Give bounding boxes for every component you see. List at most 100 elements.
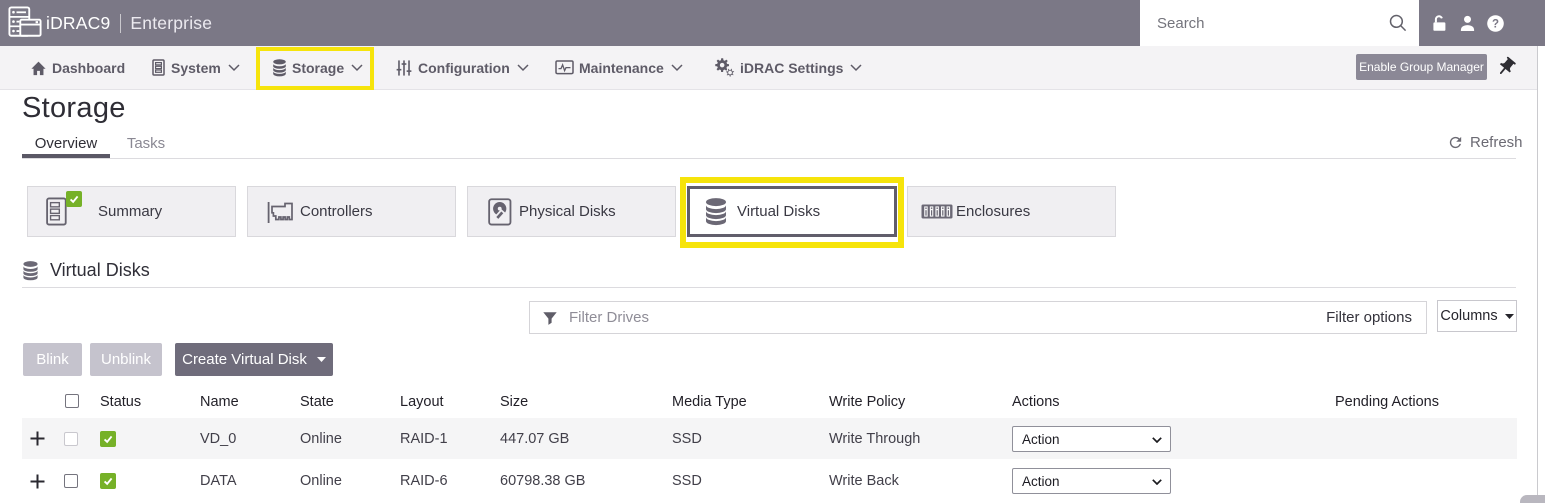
section-divider [22, 287, 1516, 288]
cell-state: Online [300, 431, 342, 447]
refresh-icon [1447, 134, 1464, 151]
row-checkbox[interactable] [64, 432, 78, 446]
tab-overview[interactable]: Overview [22, 132, 110, 154]
column-header-status[interactable]: Status [100, 394, 141, 410]
page-title: Storage [22, 92, 126, 125]
server-icon [151, 59, 166, 76]
search-icon[interactable] [1389, 14, 1407, 32]
expand-row-icon[interactable] [30, 431, 45, 446]
chevron-down-icon [850, 64, 862, 72]
help-icon[interactable]: ? [1486, 14, 1505, 33]
pin-icon[interactable] [1495, 56, 1517, 78]
card-virtual-disks[interactable]: Virtual Disks [687, 186, 897, 237]
sliders-icon [395, 59, 413, 77]
search-input[interactable] [1140, 0, 1419, 46]
user-icon[interactable] [1458, 14, 1477, 33]
pulse-monitor-icon [555, 60, 574, 75]
filter-drives-input[interactable] [530, 302, 1426, 333]
table-row: DATA Online RAID-6 60798.38 GB SSD Write… [22, 459, 1517, 503]
filter-drives-box: Filter options [529, 301, 1427, 334]
virtual-disks-icon [704, 198, 728, 226]
gears-icon [715, 58, 735, 78]
search-box [1140, 0, 1419, 46]
columns-button[interactable]: Columns [1437, 300, 1517, 332]
cell-layout: RAID-6 [400, 473, 448, 489]
status-ok-icon [100, 431, 116, 447]
section-title: Virtual Disks [50, 260, 150, 281]
column-header-size[interactable]: Size [500, 394, 528, 410]
cell-name: VD_0 [200, 431, 236, 447]
home-icon [30, 60, 47, 76]
nav-item-configuration[interactable]: Configuration [395, 46, 529, 89]
row-checkbox[interactable] [64, 474, 78, 488]
cell-write-policy: Write Back [829, 473, 899, 489]
nav-item-label: Maintenance [579, 60, 664, 76]
create-virtual-disk-button[interactable]: Create Virtual Disk [175, 343, 333, 376]
unlock-icon[interactable] [1430, 14, 1449, 33]
card-controllers[interactable]: Controllers [247, 186, 456, 237]
storage-disks-icon [272, 59, 287, 77]
column-header-media-type[interactable]: Media Type [672, 394, 747, 410]
action-select[interactable]: Action [1012, 426, 1171, 452]
cell-state: Online [300, 473, 342, 489]
physical-disk-icon [488, 198, 512, 226]
svg-text:?: ? [1492, 19, 1499, 31]
nav-item-label: iDRAC Settings [740, 60, 843, 76]
chevron-down-icon [228, 64, 240, 72]
top-header-bar: iDRAC9 Enterprise ? [0, 0, 1545, 46]
section-header: Virtual Disks [22, 260, 150, 281]
select-all-checkbox[interactable] [65, 394, 79, 408]
expand-row-icon[interactable] [30, 474, 45, 489]
nav-item-system[interactable]: System [151, 46, 240, 89]
card-physical-disks[interactable]: Physical Disks [467, 186, 676, 237]
nav-item-storage[interactable]: Storage [272, 46, 363, 89]
nav-item-label: Configuration [418, 60, 510, 76]
brand-separator [120, 14, 121, 33]
column-header-write-policy[interactable]: Write Policy [829, 394, 905, 410]
card-enclosures[interactable]: Enclosures [907, 186, 1116, 237]
nav-item-dashboard[interactable]: Dashboard [30, 46, 125, 89]
column-header-pending-actions[interactable]: Pending Actions [1335, 394, 1439, 410]
caret-down-icon [317, 357, 326, 362]
columns-label: Columns [1440, 308, 1497, 324]
brand-product: iDRAC9 [46, 13, 110, 34]
cell-media-type: SSD [672, 431, 702, 447]
cell-size: 447.07 GB [500, 431, 569, 447]
refresh-button[interactable]: Refresh [1447, 134, 1523, 151]
select-chevron-icon [1152, 437, 1162, 443]
column-header-layout[interactable]: Layout [400, 394, 444, 410]
filter-funnel-icon [542, 311, 558, 326]
cell-media-type: SSD [672, 473, 702, 489]
cell-write-policy: Write Through [829, 431, 920, 447]
action-select[interactable]: Action [1012, 468, 1171, 494]
chevron-down-icon [351, 64, 363, 72]
column-header-name[interactable]: Name [200, 394, 239, 410]
unblink-button[interactable]: Unblink [90, 343, 162, 376]
chevron-down-icon [517, 64, 529, 72]
column-header-actions[interactable]: Actions [1012, 394, 1060, 410]
card-label: Summary [98, 203, 162, 220]
action-select-value: Action [1022, 432, 1060, 447]
tab-tasks[interactable]: Tasks [110, 132, 182, 154]
status-ok-icon [100, 473, 116, 489]
scrollbar-track[interactable] [1537, 46, 1545, 503]
nav-item-label: Dashboard [52, 60, 125, 76]
enable-group-manager-button[interactable]: Enable Group Manager [1356, 54, 1487, 80]
controllers-icon [267, 199, 296, 225]
virtual-disks-section-icon [22, 261, 39, 281]
chevron-down-icon [671, 64, 683, 72]
card-label: Physical Disks [519, 203, 616, 220]
card-summary[interactable]: Summary [27, 186, 236, 237]
action-select-value: Action [1022, 474, 1060, 489]
summary-icon [46, 196, 67, 227]
nav-item-idrac-settings[interactable]: iDRAC Settings [715, 46, 862, 89]
card-label: Enclosures [956, 203, 1030, 220]
column-header-state[interactable]: State [300, 394, 334, 410]
table-row: VD_0 Online RAID-1 447.07 GB SSD Write T… [22, 418, 1517, 459]
blink-button[interactable]: Blink [23, 343, 82, 376]
filter-options-link[interactable]: Filter options [1326, 302, 1412, 333]
nav-item-label: Storage [292, 60, 344, 76]
nav-item-maintenance[interactable]: Maintenance [555, 46, 683, 89]
main-navbar: Dashboard System Storage [0, 46, 1537, 90]
scrollbar-thumb[interactable] [1520, 495, 1545, 503]
